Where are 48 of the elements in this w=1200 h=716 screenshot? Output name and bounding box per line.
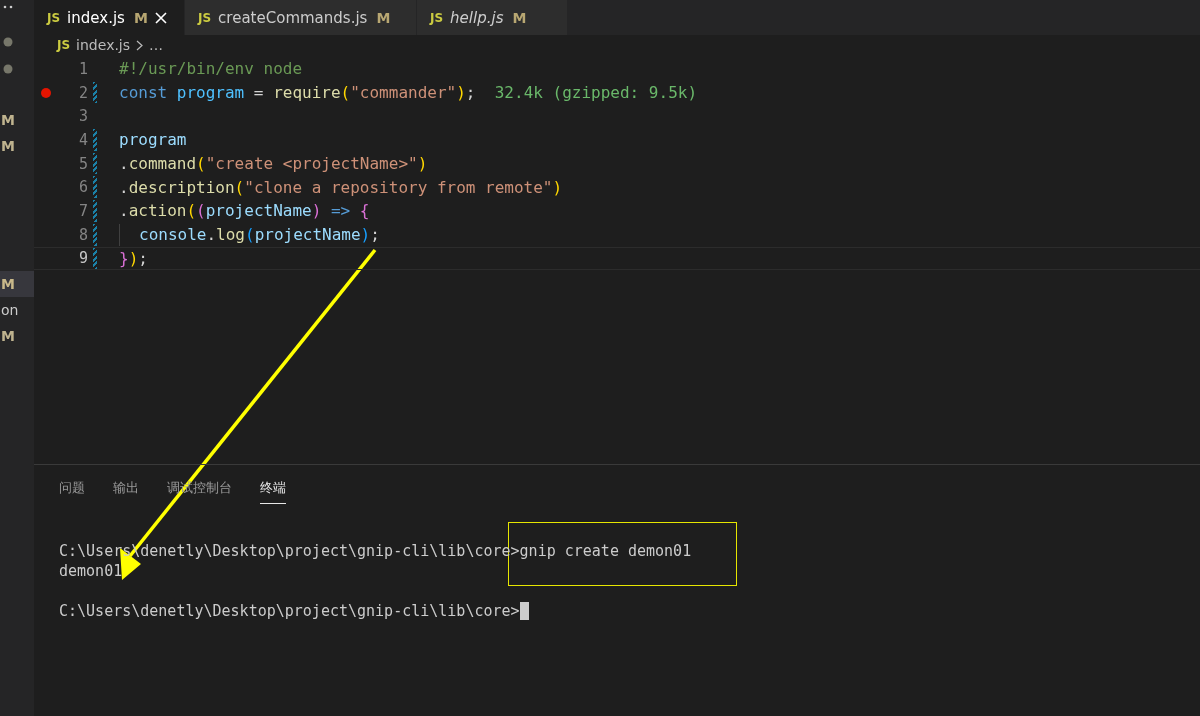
tab-label: hellp.js bbox=[450, 8, 504, 27]
code-line: .description("clone a repository from remote") bbox=[119, 177, 563, 197]
close-icon[interactable] bbox=[154, 11, 167, 24]
sidebar-item[interactable]: M bbox=[0, 323, 34, 349]
panel-tab[interactable]: 输出 bbox=[113, 479, 139, 504]
js-file-icon: JS bbox=[430, 10, 444, 25]
tab-label: createCommands.js bbox=[218, 8, 368, 27]
line-number: 5 bbox=[77, 154, 88, 173]
editor-tab[interactable]: JS index.js M bbox=[34, 0, 185, 35]
panel-tab[interactable]: 问题 bbox=[59, 479, 85, 504]
editor-tab[interactable]: JS createCommands.js M bbox=[185, 0, 417, 35]
js-file-icon: JS bbox=[47, 10, 61, 25]
panel-tab[interactable]: 终端 bbox=[260, 479, 286, 504]
breadcrumb-item[interactable]: index.js bbox=[76, 37, 131, 53]
line-number: 3 bbox=[77, 107, 88, 126]
tab-label: index.js bbox=[67, 8, 125, 27]
line-number: 4 bbox=[77, 130, 88, 149]
code-line: #!/usr/bin/env node bbox=[119, 59, 303, 79]
sidebar-item[interactable]: M bbox=[0, 133, 34, 159]
line-number: 7 bbox=[77, 201, 88, 220]
modified-label: M bbox=[133, 9, 148, 26]
line-number: 8 bbox=[77, 225, 88, 244]
breakpoint-icon[interactable] bbox=[41, 87, 51, 98]
terminal-line: demon01 bbox=[59, 561, 123, 581]
editor-tab[interactable]: JS hellp.js M bbox=[417, 0, 568, 35]
dot-icon bbox=[2, 63, 14, 75]
code-line: }); bbox=[119, 248, 148, 268]
js-file-icon: JS bbox=[198, 10, 212, 25]
code-line: const program = require("commander"); 32.4k (gzipped: 9.5k) bbox=[119, 83, 698, 103]
dot-icon bbox=[2, 36, 14, 48]
line-number: 1 bbox=[77, 59, 88, 78]
line-number: 2 bbox=[77, 83, 88, 102]
sidebar-item[interactable]: on bbox=[0, 297, 34, 323]
code-line: console.log(projectName); bbox=[139, 225, 380, 245]
code-line: .action((projectName) => { bbox=[119, 201, 370, 221]
sidebar-item[interactable]: M bbox=[0, 107, 34, 133]
sidebar-item[interactable]: M bbox=[0, 271, 34, 297]
code-line: program bbox=[119, 130, 187, 150]
line-number: 6 bbox=[77, 178, 88, 197]
line-number: 9 bbox=[77, 249, 88, 268]
code-line: .command("create <projectName>") bbox=[119, 154, 428, 174]
text-cursor bbox=[519, 602, 529, 620]
modified-label: M bbox=[512, 9, 527, 26]
js-file-icon: JS bbox=[57, 38, 71, 52]
terminal-prompt: C:\Users\denetly\Desktop\project\gnip-cli\lib\core> bbox=[59, 601, 520, 621]
chevron-right-icon bbox=[136, 39, 144, 51]
modified-label: M bbox=[376, 9, 391, 26]
breadcrumb-item[interactable]: … bbox=[149, 37, 164, 53]
